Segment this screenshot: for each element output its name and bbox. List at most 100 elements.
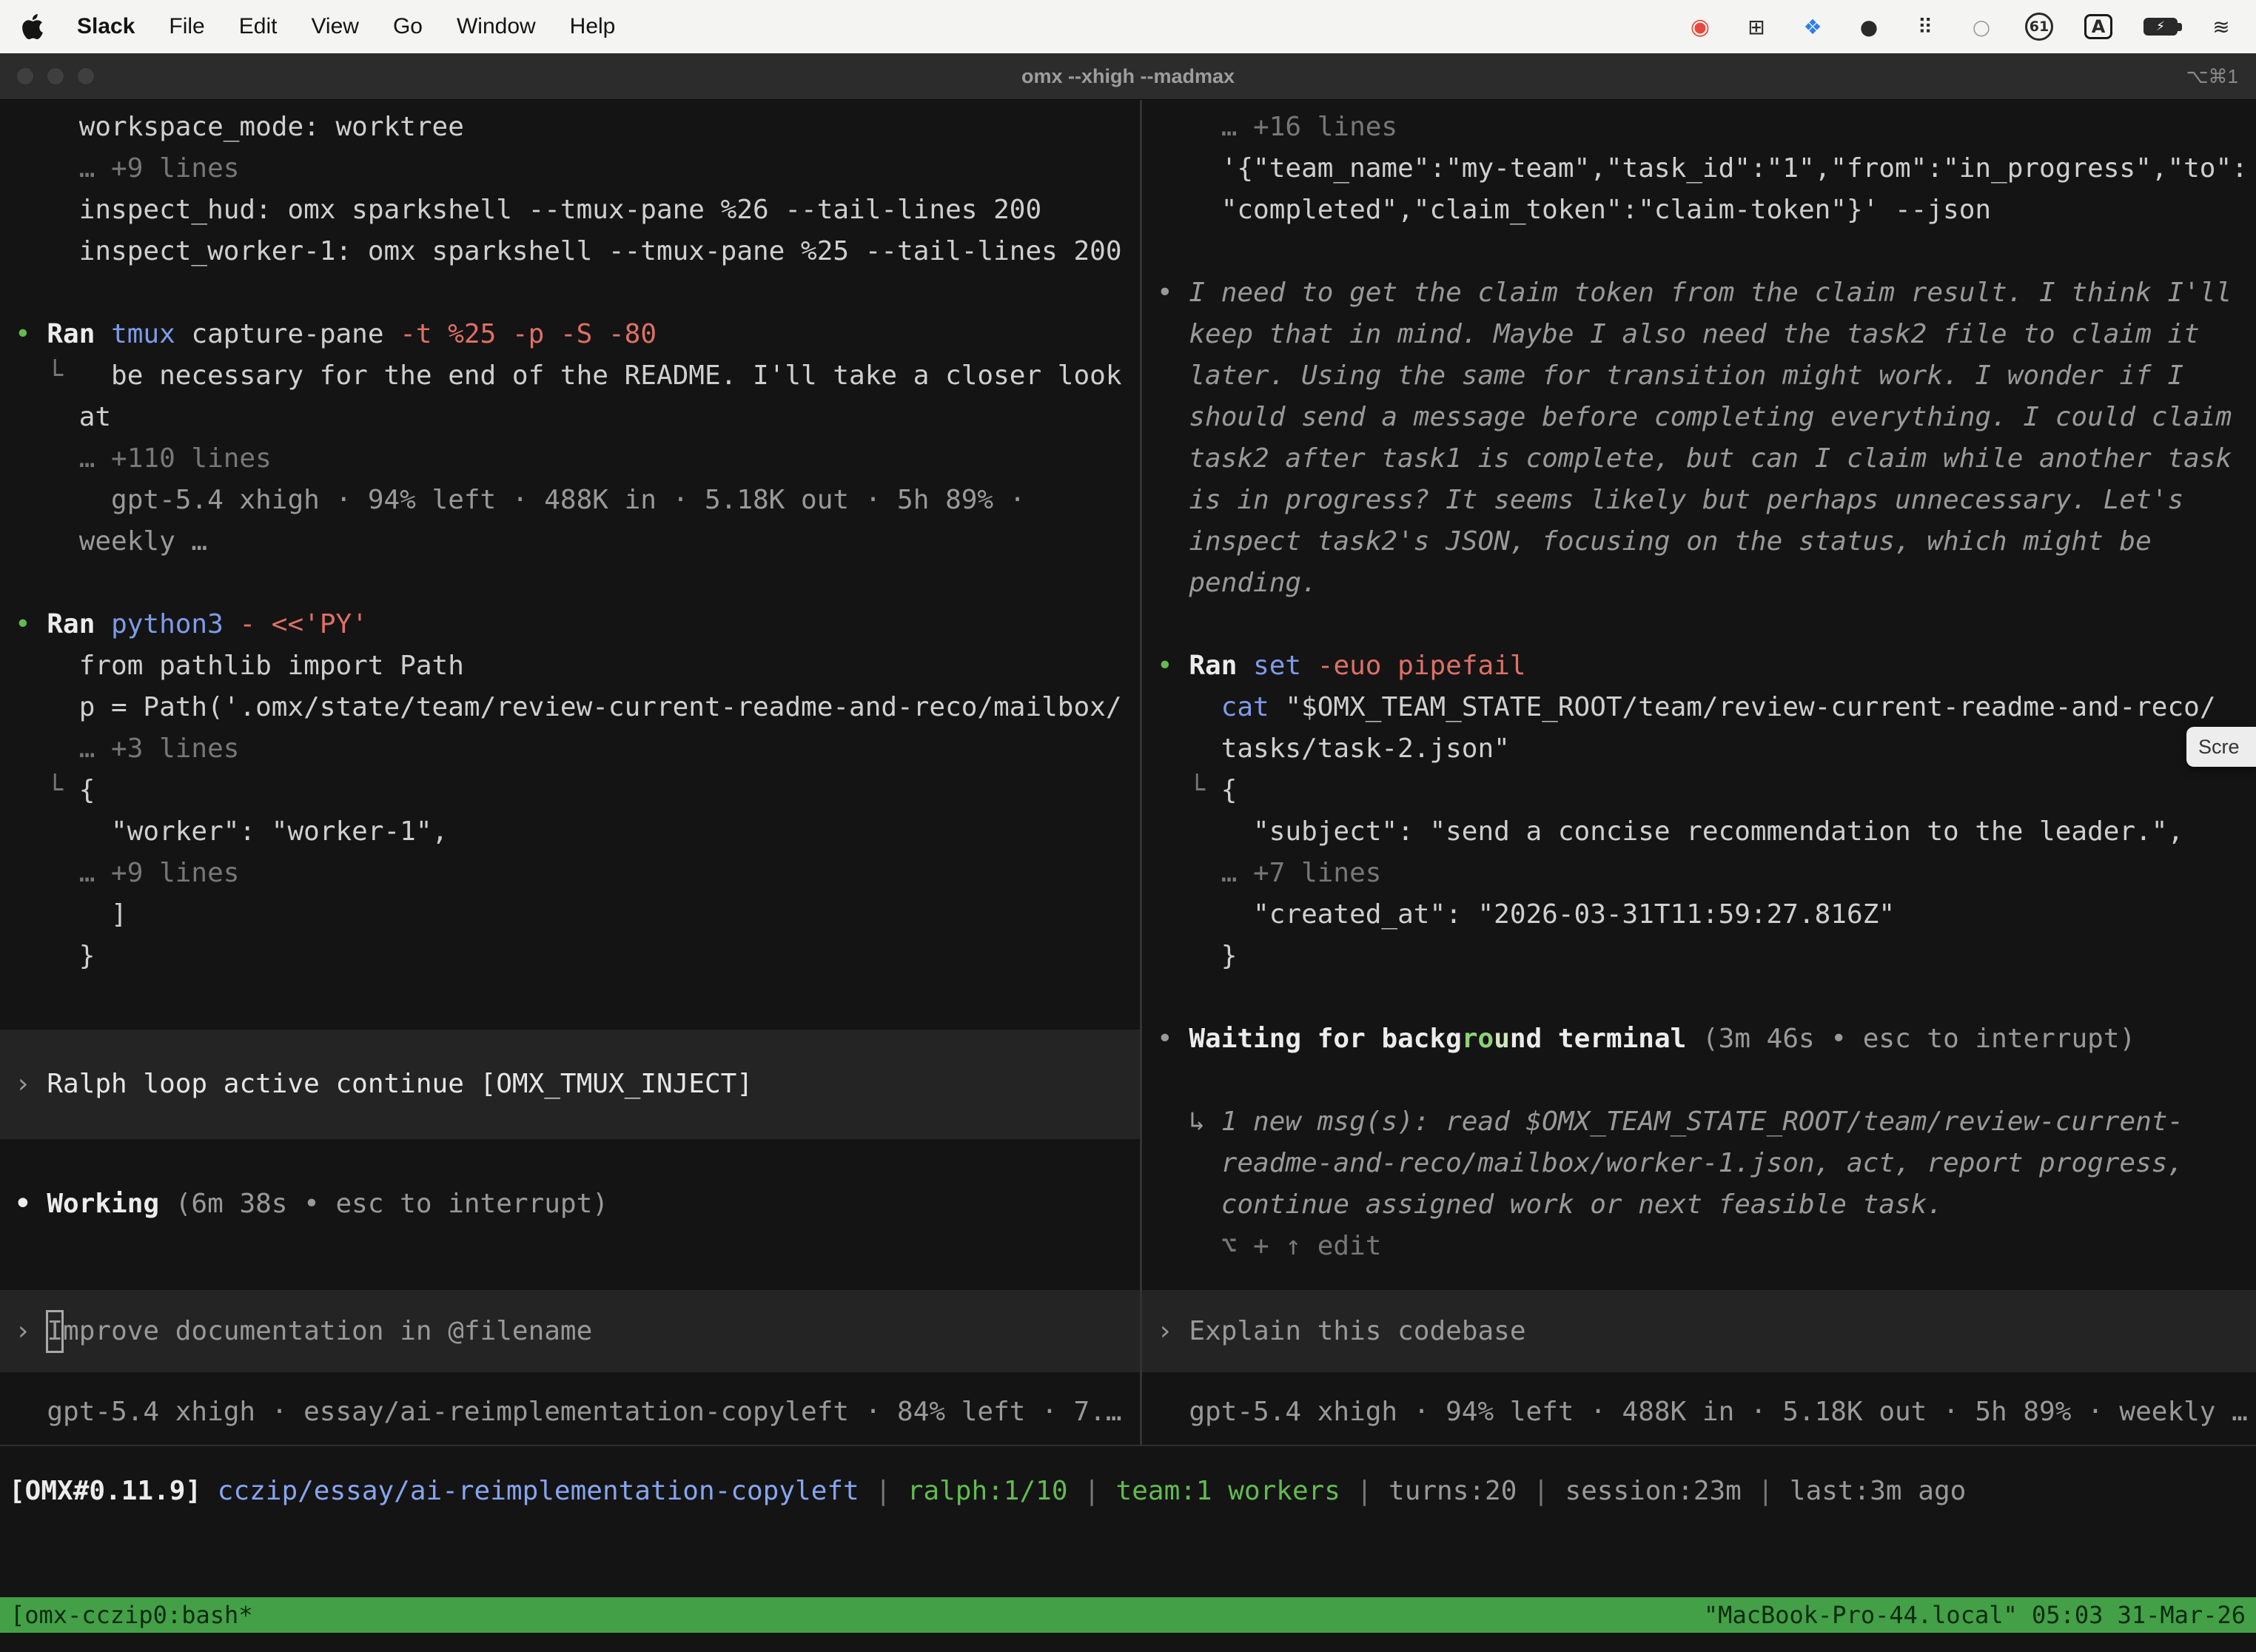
text-segment: be necessary for the end of the README. … — [111, 360, 1121, 391]
terminal-line: • I need to get the claim token from the… — [1142, 272, 2256, 314]
terminal-line: is in progress? It seems likely but perh… — [1142, 480, 2256, 521]
menu-go[interactable]: Go — [393, 14, 423, 39]
terminal-empty-area — [0, 1535, 2256, 1597]
terminal-line: … +7 lines — [1142, 853, 2256, 894]
terminal-line: task2 after task1 is complete, but can I… — [1142, 438, 2256, 480]
terminal-line: } — [0, 936, 1140, 977]
terminal-line: } — [1142, 936, 2256, 977]
terminal-line: weekly … — [0, 521, 1140, 563]
tmux-status-bar: [omx-cczip0:bash* "MacBook-Pro-44.local"… — [0, 1597, 2256, 1633]
window-grid-icon[interactable]: ⊞ — [1744, 12, 1769, 41]
omx-status-line: [OMX#0.11.9] cczip/essay/ai-reimplementa… — [0, 1446, 2256, 1535]
terminal-line: … +110 lines — [0, 438, 1140, 480]
terminal-line: └ be necessary for the end of the README… — [0, 355, 1140, 397]
terminal-line — [1142, 977, 2256, 1018]
text-segment: weekly … — [15, 526, 207, 557]
working-status-line: • Working (6m 38s • esc to interrupt) — [0, 1183, 1140, 1225]
dark-circle-app-icon[interactable]: ● — [1856, 12, 1881, 41]
screen-record-icon[interactable]: ◉ — [1688, 12, 1713, 41]
text-segment — [1157, 692, 1221, 722]
text-segment: ro — [1462, 1024, 1494, 1054]
menu-view[interactable]: View — [311, 14, 358, 39]
terminal-line — [0, 272, 1140, 314]
pane-status-line: gpt-5.4 xhigh · 94% left · 488K in · 5.1… — [1142, 1391, 2256, 1433]
control-center-icon[interactable]: ≋ — [2209, 12, 2234, 41]
text-segment: p = Path('.omx/state/team/review-current… — [15, 692, 1122, 722]
terminal-line: readme-and-reco/mailbox/worker-1.json, a… — [1142, 1143, 2256, 1184]
ghost-app-icon[interactable]: ○ — [1969, 12, 1994, 41]
text-segment: { — [79, 775, 95, 805]
text-segment: Ran — [47, 609, 111, 639]
terminal-line: … +16 lines — [1142, 107, 2256, 148]
text-segment: … +9 lines — [15, 153, 239, 184]
text-segment: "worker": "worker-1", — [15, 816, 448, 847]
text-segment: … +7 lines — [1157, 858, 1381, 888]
battery-percent-icon[interactable]: 61 — [2025, 13, 2053, 41]
terminal-line: at — [0, 397, 1140, 438]
text-segment: • — [1157, 1024, 1189, 1054]
text-segment: is in progress? It seems likely but perh… — [1157, 485, 2183, 515]
terminal-line: cat "$OMX_TEAM_STATE_ROOT/team/review-cu… — [1142, 687, 2256, 728]
text-segment: Ralph loop active continue [OMX_TMUX_INJ… — [47, 1064, 753, 1105]
apple-menu-icon[interactable] — [22, 14, 43, 39]
terminal-line — [1142, 231, 2256, 272]
terminal-line: should send a message before completing … — [1142, 397, 2256, 438]
menu-edit[interactable]: Edit — [239, 14, 278, 39]
blue-app-icon[interactable]: ❖ — [1800, 12, 1825, 41]
text-segment: u — [1494, 1024, 1510, 1054]
zoom-button[interactable] — [77, 67, 95, 85]
terminal-line: … +9 lines — [0, 853, 1140, 894]
text-segment: python3 — [111, 609, 224, 639]
text-segment: keep that in mind. Maybe I also need the… — [1157, 319, 2200, 349]
text-segment: ↳ — [1157, 1107, 1221, 1137]
composer-input[interactable]: › Improve documentation in @filename — [0, 1290, 1140, 1372]
menu-window[interactable]: Window — [457, 14, 536, 39]
text-segment: • — [1157, 278, 1189, 308]
text-segment: gpt-5.4 xhigh · 94% left · 488K in · 5.1… — [15, 485, 1025, 515]
text-segment: … +9 lines — [15, 858, 239, 888]
input-source-icon[interactable]: A — [2084, 14, 2112, 39]
app-menus: File Edit View Go Window Help — [169, 14, 615, 39]
text-segment: • — [15, 1189, 47, 1219]
text-segment: } — [1157, 941, 1237, 971]
text-segment: "subject": "send a concise recommendatio… — [1157, 816, 2183, 847]
text-segment: • — [15, 319, 47, 349]
menu-file[interactable]: File — [169, 14, 204, 39]
battery-charging-icon[interactable]: ⚡ — [2143, 18, 2178, 36]
text-segment: … +110 lines — [15, 443, 272, 474]
terminal-line: continue assigned work or next feasible … — [1142, 1184, 2256, 1226]
active-app-name[interactable]: Slack — [77, 14, 135, 39]
terminal-line: "subject": "send a concise recommendatio… — [1142, 811, 2256, 853]
text-segment: › — [1157, 1311, 1189, 1352]
text-segment: gpt-5.4 xhigh · essay/ai-reimplementatio… — [15, 1397, 1122, 1427]
text-segment: └ — [15, 775, 79, 805]
text-segment: Working — [47, 1189, 159, 1219]
text-segment: should send a message before completing … — [1157, 402, 2232, 432]
terminal-line: • Ran set -euo pipefail — [1142, 645, 2256, 687]
terminal-line: inspect_worker-1: omx sparkshell --tmux-… — [0, 231, 1140, 272]
dots-grid-icon[interactable]: ⠿ — [1913, 12, 1938, 41]
terminal-line: "worker": "worker-1", — [0, 811, 1140, 853]
text-segment: ] — [15, 899, 127, 930]
left-pane: workspace_mode: worktree … +9 lines insp… — [0, 100, 1140, 1445]
terminal-line: gpt-5.4 xhigh · 94% left · 488K in · 5.1… — [0, 480, 1140, 521]
composer-input[interactable]: › Explain this codebase — [1142, 1290, 2256, 1372]
text-segment: | — [1742, 1476, 1790, 1506]
minimize-button[interactable] — [47, 67, 64, 85]
text-segment: … +3 lines — [15, 733, 239, 764]
text-segment: └ — [1157, 775, 1221, 805]
screenshot-toast[interactable]: Scre — [2186, 727, 2256, 767]
terminal-line — [1142, 1060, 2256, 1101]
text-segment: inspect task2's JSON, focusing on the st… — [1157, 526, 2152, 557]
menu-bar-left: Slack File Edit View Go Window Help — [22, 14, 615, 39]
terminal-line: ↳ 1 new msg(s): read $OMX_TEAM_STATE_ROO… — [1142, 1101, 2256, 1143]
window-title: omx --xhigh --madmax — [1021, 65, 1235, 88]
text-segment: (6m 38s • esc to interrupt) — [159, 1189, 608, 1219]
text-segment: | — [859, 1476, 907, 1506]
close-button[interactable] — [16, 67, 34, 85]
right-pane: … +16 lines '{"team_name":"my-team","tas… — [1142, 100, 2256, 1445]
text-segment: cat — [1221, 692, 1269, 722]
queued-message-banner[interactable]: › Ralph loop active continue [OMX_TMUX_I… — [0, 1030, 1140, 1139]
menu-help[interactable]: Help — [570, 14, 616, 39]
text-segment: | — [1068, 1476, 1116, 1506]
